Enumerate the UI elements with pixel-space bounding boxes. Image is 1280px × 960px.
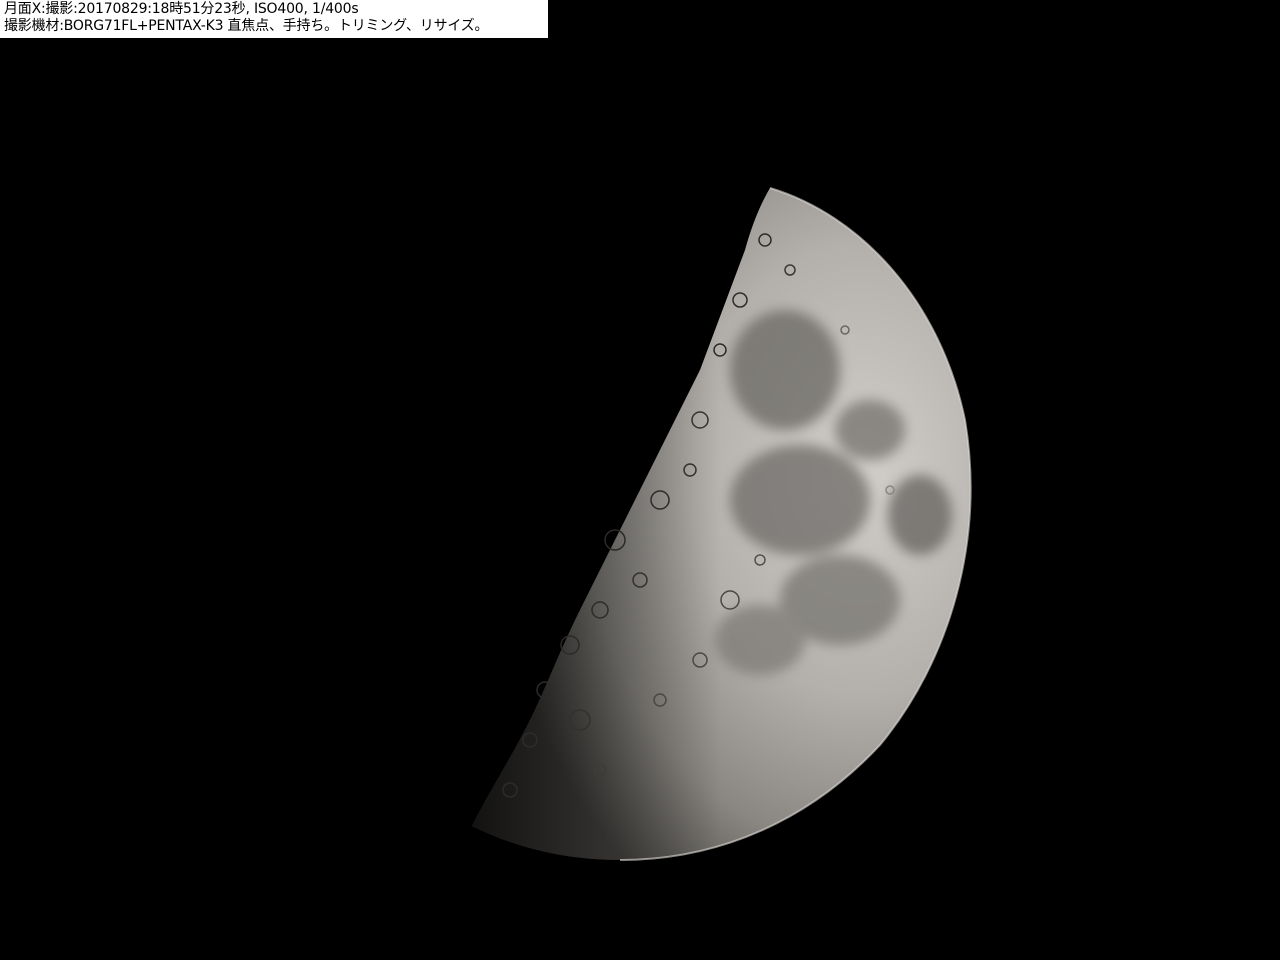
night-sky-background: 月面X:撮影:20170829:18時51分23秒, ISO400, 1/400… — [0, 0, 1280, 960]
caption-line-1: 月面X:撮影:20170829:18時51分23秒, ISO400, 1/400… — [4, 1, 359, 17]
caption-line-2: 撮影機材:BORG71FL+PENTAX-K3 直焦点、手持ち。トリミング、リサ… — [4, 18, 489, 34]
moon-photo — [472, 187, 972, 861]
terminator-shadow — [472, 188, 971, 860]
photo-caption: 月面X:撮影:20170829:18時51分23秒, ISO400, 1/400… — [0, 0, 548, 38]
